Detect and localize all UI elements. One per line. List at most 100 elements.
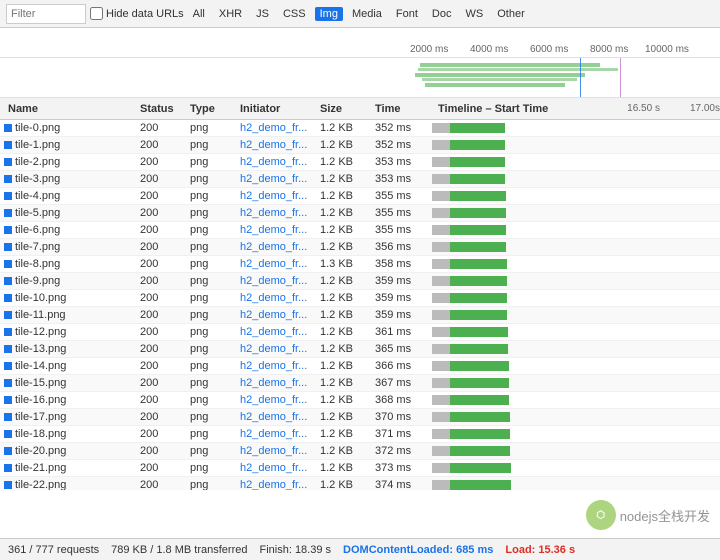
filter-input[interactable] xyxy=(6,4,86,24)
row-timeline xyxy=(430,477,720,490)
table-row[interactable]: tile-20.png 200 png h2_demo_fr... 1.2 KB… xyxy=(0,443,720,460)
col-header-timeline: Timeline – Start Time 16.50 s 17.00s xyxy=(430,103,720,115)
row-timeline-bar-green xyxy=(450,123,505,133)
table-row[interactable]: tile-15.png 200 png h2_demo_fr... 1.2 KB… xyxy=(0,375,720,392)
table-row[interactable]: tile-13.png 200 png h2_demo_fr... 1.2 KB… xyxy=(0,341,720,358)
row-type: png xyxy=(190,428,240,440)
col-header-status[interactable]: Status xyxy=(140,103,190,115)
row-timeline-bar-green xyxy=(450,225,506,235)
row-initiator[interactable]: h2_demo_fr... xyxy=(240,326,320,338)
status-finish: Finish: 18.39 s xyxy=(259,544,331,556)
row-file-icon xyxy=(4,396,12,404)
wf-v-indicator-2 xyxy=(620,58,621,97)
row-initiator[interactable]: h2_demo_fr... xyxy=(240,292,320,304)
row-time: 359 ms xyxy=(375,309,430,321)
row-initiator[interactable]: h2_demo_fr... xyxy=(240,258,320,270)
row-time: 367 ms xyxy=(375,377,430,389)
row-timeline-bar-gray xyxy=(432,412,450,422)
col-header-size[interactable]: Size xyxy=(320,103,375,115)
row-initiator[interactable]: h2_demo_fr... xyxy=(240,173,320,185)
filter-btn-xhr[interactable]: XHR xyxy=(214,7,247,21)
table-row[interactable]: tile-12.png 200 png h2_demo_fr... 1.2 KB… xyxy=(0,324,720,341)
row-initiator[interactable]: h2_demo_fr... xyxy=(240,445,320,457)
table-row[interactable]: tile-0.png 200 png h2_demo_fr... 1.2 KB … xyxy=(0,120,720,137)
row-time: 353 ms xyxy=(375,173,430,185)
table-row[interactable]: tile-11.png 200 png h2_demo_fr... 1.2 KB… xyxy=(0,307,720,324)
row-initiator[interactable]: h2_demo_fr... xyxy=(240,309,320,321)
row-name: tile-4.png xyxy=(0,190,140,202)
row-initiator[interactable]: h2_demo_fr... xyxy=(240,479,320,490)
col-header-name[interactable]: Name xyxy=(0,103,140,115)
row-initiator[interactable]: h2_demo_fr... xyxy=(240,139,320,151)
table-row[interactable]: tile-18.png 200 png h2_demo_fr... 1.2 KB… xyxy=(0,426,720,443)
row-file-icon xyxy=(4,175,12,183)
filter-btn-doc[interactable]: Doc xyxy=(427,7,457,21)
row-timeline-bar-green xyxy=(450,276,507,286)
table-row[interactable]: tile-5.png 200 png h2_demo_fr... 1.2 KB … xyxy=(0,205,720,222)
filter-btn-js[interactable]: JS xyxy=(251,7,274,21)
table-row[interactable]: tile-9.png 200 png h2_demo_fr... 1.2 KB … xyxy=(0,273,720,290)
hide-data-urls-checkbox[interactable]: Hide data URLs xyxy=(90,7,184,20)
filter-btn-other[interactable]: Other xyxy=(492,7,530,21)
watermark-text: nodejs全栈开发 xyxy=(620,506,710,525)
row-initiator[interactable]: h2_demo_fr... xyxy=(240,360,320,372)
row-timeline-bar-green xyxy=(450,293,507,303)
table-row[interactable]: tile-7.png 200 png h2_demo_fr... 1.2 KB … xyxy=(0,239,720,256)
row-initiator[interactable]: h2_demo_fr... xyxy=(240,190,320,202)
table-row[interactable]: tile-14.png 200 png h2_demo_fr... 1.2 KB… xyxy=(0,358,720,375)
table-row[interactable]: tile-6.png 200 png h2_demo_fr... 1.2 KB … xyxy=(0,222,720,239)
row-initiator[interactable]: h2_demo_fr... xyxy=(240,377,320,389)
filter-btn-media[interactable]: Media xyxy=(347,7,387,21)
row-initiator[interactable]: h2_demo_fr... xyxy=(240,343,320,355)
col-header-initiator[interactable]: Initiator xyxy=(240,103,320,115)
waterfall-mini xyxy=(0,58,720,98)
filter-btn-ws[interactable]: WS xyxy=(460,7,488,21)
row-initiator[interactable]: h2_demo_fr... xyxy=(240,275,320,287)
row-time: 356 ms xyxy=(375,241,430,253)
table-row[interactable]: tile-16.png 200 png h2_demo_fr... 1.2 KB… xyxy=(0,392,720,409)
column-headers: Name Status Type Initiator Size Time Tim… xyxy=(0,98,720,120)
row-initiator[interactable]: h2_demo_fr... xyxy=(240,462,320,474)
row-initiator[interactable]: h2_demo_fr... xyxy=(240,156,320,168)
row-file-icon xyxy=(4,260,12,268)
table-row[interactable]: tile-17.png 200 png h2_demo_fr... 1.2 KB… xyxy=(0,409,720,426)
row-timeline xyxy=(430,307,720,323)
table-row[interactable]: tile-22.png 200 png h2_demo_fr... 1.2 KB… xyxy=(0,477,720,490)
filter-btn-css[interactable]: CSS xyxy=(278,7,311,21)
row-initiator[interactable]: h2_demo_fr... xyxy=(240,241,320,253)
wf-left-spacer xyxy=(0,58,410,97)
wf-mini-bar-1 xyxy=(420,63,600,67)
row-timeline-bar-green xyxy=(450,378,509,388)
row-initiator[interactable]: h2_demo_fr... xyxy=(240,207,320,219)
ruler-left-spacer xyxy=(0,28,410,57)
row-initiator[interactable]: h2_demo_fr... xyxy=(240,224,320,236)
row-initiator[interactable]: h2_demo_fr... xyxy=(240,394,320,406)
row-type: png xyxy=(190,241,240,253)
table-row[interactable]: tile-21.png 200 png h2_demo_fr... 1.2 KB… xyxy=(0,460,720,477)
table-row[interactable]: tile-3.png 200 png h2_demo_fr... 1.2 KB … xyxy=(0,171,720,188)
row-type: png xyxy=(190,173,240,185)
row-initiator[interactable]: h2_demo_fr... xyxy=(240,428,320,440)
ruler-mark-4000: 4000 ms xyxy=(470,44,508,55)
row-initiator[interactable]: h2_demo_fr... xyxy=(240,122,320,134)
filter-btn-font[interactable]: Font xyxy=(391,7,423,21)
row-file-icon xyxy=(4,430,12,438)
ruler-mark-8000: 8000 ms xyxy=(590,44,628,55)
table-row[interactable]: tile-8.png 200 png h2_demo_fr... 1.3 KB … xyxy=(0,256,720,273)
table-row[interactable]: tile-2.png 200 png h2_demo_fr... 1.2 KB … xyxy=(0,154,720,171)
col-header-time[interactable]: Time xyxy=(375,103,430,115)
row-type: png xyxy=(190,156,240,168)
ruler-mark-10000: 10000 ms xyxy=(645,44,689,55)
col-header-type[interactable]: Type xyxy=(190,103,240,115)
row-file-icon xyxy=(4,124,12,132)
filter-btn-img[interactable]: Img xyxy=(315,7,343,21)
timeline-ruler: 2000 ms 4000 ms 6000 ms 8000 ms 10000 ms xyxy=(0,28,720,58)
table-row[interactable]: tile-10.png 200 png h2_demo_fr... 1.2 KB… xyxy=(0,290,720,307)
row-timeline xyxy=(430,392,720,408)
table-row[interactable]: tile-4.png 200 png h2_demo_fr... 1.2 KB … xyxy=(0,188,720,205)
row-file-icon xyxy=(4,328,12,336)
filter-btn-all[interactable]: All xyxy=(188,7,210,21)
table-row[interactable]: tile-1.png 200 png h2_demo_fr... 1.2 KB … xyxy=(0,137,720,154)
row-timeline-bar-green xyxy=(450,463,511,473)
row-initiator[interactable]: h2_demo_fr... xyxy=(240,411,320,423)
